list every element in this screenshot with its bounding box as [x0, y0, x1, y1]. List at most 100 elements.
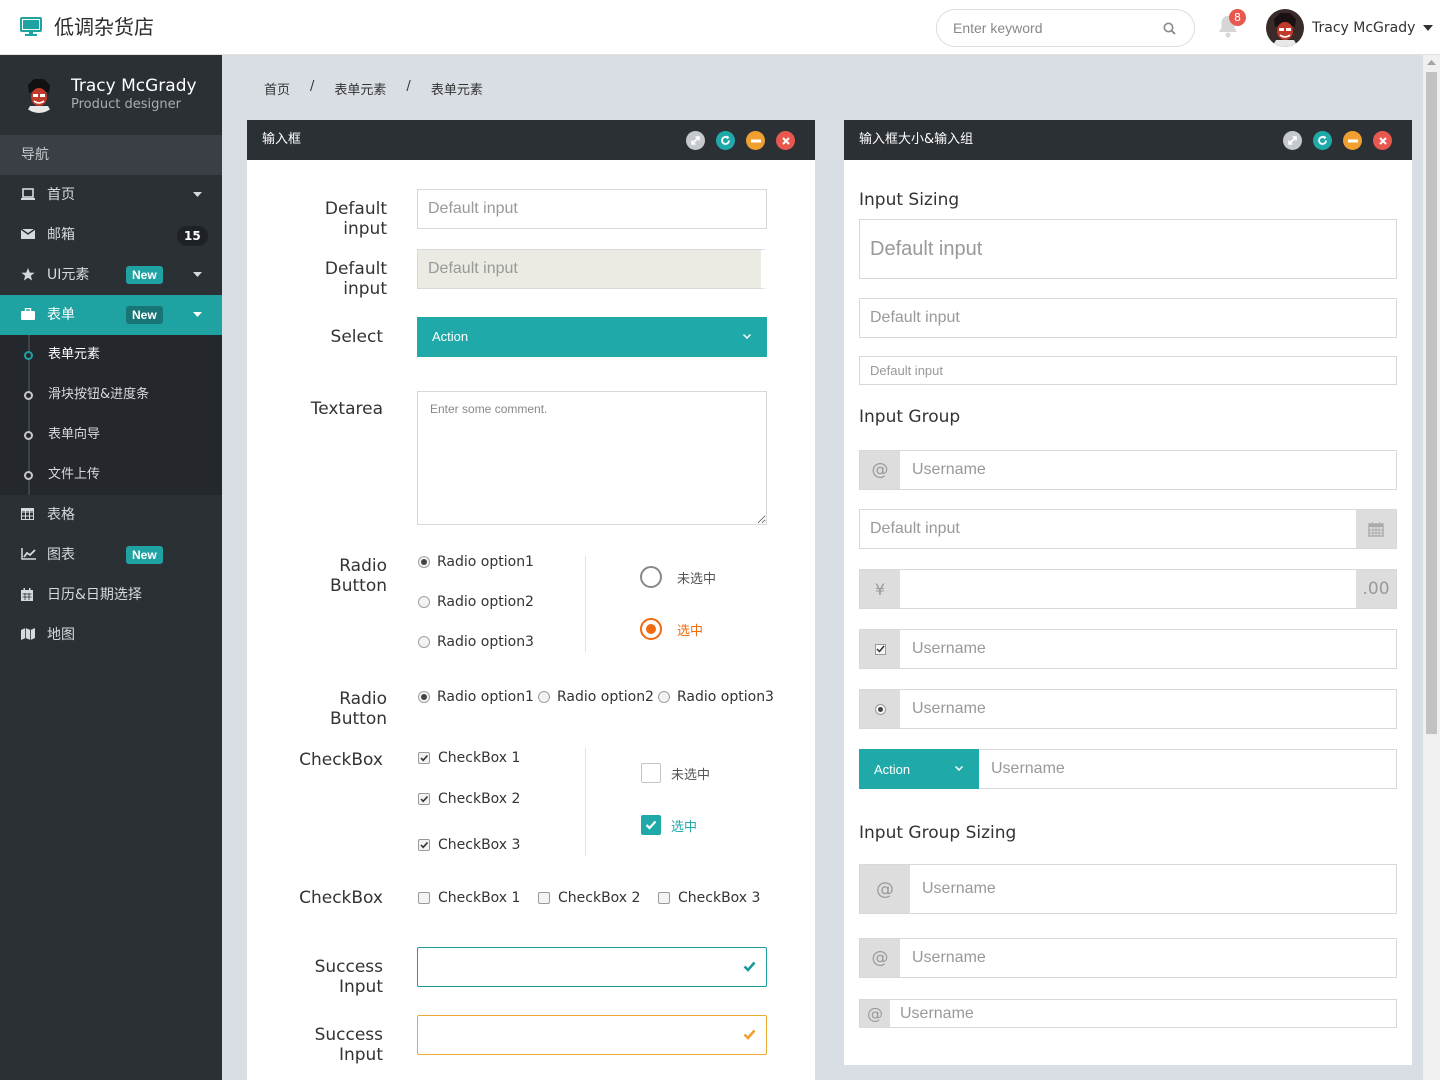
input-group-panel: 输入框大小&输入组 Input Sizing Input Group @ ¥ .…	[844, 120, 1412, 1065]
brand[interactable]: 低调杂货店	[20, 15, 154, 39]
medium-input[interactable]	[859, 298, 1397, 338]
checkbox-label: CheckBox 3	[678, 890, 761, 906]
checkbox-box	[658, 892, 670, 904]
radio-label: Radio option1	[437, 689, 534, 705]
sidebar-item-home[interactable]: 首页	[0, 175, 222, 215]
sidebar-subitem-label: 文件上传	[48, 467, 101, 482]
minimize-icon[interactable]	[1343, 131, 1362, 150]
checkbox-option[interactable]: CheckBox 2	[418, 791, 520, 807]
radio-option[interactable]: Radio option3	[418, 634, 534, 650]
checkbox-option[interactable]: CheckBox 3	[658, 890, 760, 906]
sidebar-item-forms[interactable]: 表单 New	[0, 295, 222, 335]
styled-radio-checked[interactable]: 选中	[640, 618, 703, 640]
sidebar-item-charts[interactable]: 图表 New	[0, 535, 222, 575]
nav-heading: 导航	[0, 135, 222, 175]
sidebar-item-calendar[interactable]: 日历&日期选择	[0, 575, 222, 615]
sidebar-subitem-upload[interactable]: 文件上传	[0, 455, 222, 495]
breadcrumb-item-current: 表单元素	[430, 83, 483, 98]
username-input[interactable]	[900, 939, 1396, 977]
breadcrumb-item[interactable]: 首页	[264, 79, 290, 98]
success-input[interactable]	[417, 947, 767, 987]
username-input[interactable]	[900, 451, 1396, 489]
radio-option[interactable]: Radio option2	[538, 689, 654, 705]
refresh-icon[interactable]	[1313, 131, 1332, 150]
action-group: Action	[859, 749, 1397, 789]
styled-radio-unchecked[interactable]: 未选中	[640, 566, 716, 588]
checkbox-option[interactable]: CheckBox 1	[418, 890, 520, 906]
chevron-down-icon	[743, 334, 751, 339]
username-input[interactable]	[900, 630, 1396, 668]
check-icon	[418, 752, 430, 764]
sidebar-subitem-sliders[interactable]: 滑块按钮&进度条	[0, 375, 222, 415]
map-icon	[21, 628, 35, 640]
disabled-input[interactable]	[417, 249, 767, 289]
username-input[interactable]	[900, 690, 1396, 728]
button-label: Action	[874, 761, 911, 777]
styled-checkbox-checked[interactable]: 选中	[641, 815, 697, 835]
page-scrollbar[interactable]	[1423, 55, 1440, 1080]
default-input[interactable]	[417, 189, 767, 229]
line-chart-icon	[21, 548, 36, 560]
small-input[interactable]	[859, 356, 1397, 385]
expand-icon[interactable]	[1283, 131, 1302, 150]
radio-option[interactable]: Radio option1	[418, 554, 534, 570]
radio-option[interactable]: Radio option1	[418, 689, 534, 705]
close-icon[interactable]	[776, 131, 795, 150]
breadcrumb-sep: /	[310, 79, 315, 94]
date-group	[859, 509, 1397, 549]
field-label: Radio Button	[330, 689, 387, 729]
checkbox-option[interactable]: CheckBox 2	[538, 890, 640, 906]
notification-button[interactable]: 8	[1217, 9, 1246, 40]
panel-header: 输入框大小&输入组	[844, 120, 1412, 160]
checkbox-option[interactable]: CheckBox 3	[418, 837, 520, 853]
date-input[interactable]	[860, 510, 1356, 548]
bullet	[24, 351, 33, 360]
refresh-icon[interactable]	[716, 131, 735, 150]
new-badge: New	[126, 546, 163, 564]
sidebar-item-tables[interactable]: 表格	[0, 495, 222, 535]
sidebar-item-mail[interactable]: 邮箱 15	[0, 215, 222, 255]
sidebar-subitem-wizard[interactable]: 表单向导	[0, 415, 222, 455]
check-icon	[743, 961, 756, 972]
breadcrumb-item[interactable]: 表单元素	[334, 79, 386, 98]
close-icon[interactable]	[1373, 131, 1392, 150]
caret-down-icon	[193, 272, 202, 277]
calendar-icon[interactable]	[1356, 510, 1396, 548]
section-heading: Input Group Sizing	[859, 823, 1017, 843]
bullet	[24, 391, 33, 400]
scrollbar-thumb[interactable]	[1426, 72, 1437, 734]
forms-submenu: 表单元素 滑块按钮&进度条 表单向导 文件上传	[0, 335, 222, 495]
styled-checkbox-unchecked[interactable]: 未选中	[641, 763, 710, 783]
radio-option[interactable]: Radio option2	[418, 594, 534, 610]
search-input[interactable]	[953, 10, 1153, 46]
sidebar-subitem-form-elements[interactable]: 表单元素	[0, 335, 222, 375]
profile-name: Tracy McGrady	[71, 76, 197, 96]
username-input[interactable]	[979, 750, 1396, 788]
action-dropdown-button[interactable]: Action	[859, 749, 979, 789]
sidebar-item-ui[interactable]: UI元素 New	[0, 255, 222, 295]
minimize-icon[interactable]	[746, 131, 765, 150]
username-input[interactable]	[910, 865, 1396, 913]
check-icon	[641, 815, 661, 835]
radio-dot-checked	[874, 703, 886, 715]
radio-addon[interactable]	[860, 690, 900, 728]
comment-textarea[interactable]	[417, 391, 767, 525]
search-icon[interactable]	[1163, 22, 1176, 35]
scroll-up-icon[interactable]	[1427, 60, 1436, 65]
large-input[interactable]	[859, 219, 1397, 279]
warning-input[interactable]	[417, 1015, 767, 1055]
expand-icon[interactable]	[686, 131, 705, 150]
checkbox-addon[interactable]	[860, 630, 900, 668]
username-input[interactable]	[890, 1000, 1396, 1027]
sidebar-item-map[interactable]: 地图	[0, 615, 222, 655]
panel-controls	[1272, 131, 1392, 150]
checkbox-label: 未选中	[671, 767, 711, 783]
large-input-group: @	[859, 864, 1397, 914]
checkbox-label: CheckBox 3	[438, 837, 521, 853]
amount-input[interactable]	[900, 570, 1356, 608]
radio-option[interactable]: Radio option3	[658, 689, 774, 705]
action-select[interactable]: Action	[417, 317, 767, 357]
radio-circle	[640, 566, 662, 588]
checkbox-option[interactable]: CheckBox 1	[418, 750, 520, 766]
user-menu[interactable]: Tracy McGrady	[1266, 9, 1434, 47]
